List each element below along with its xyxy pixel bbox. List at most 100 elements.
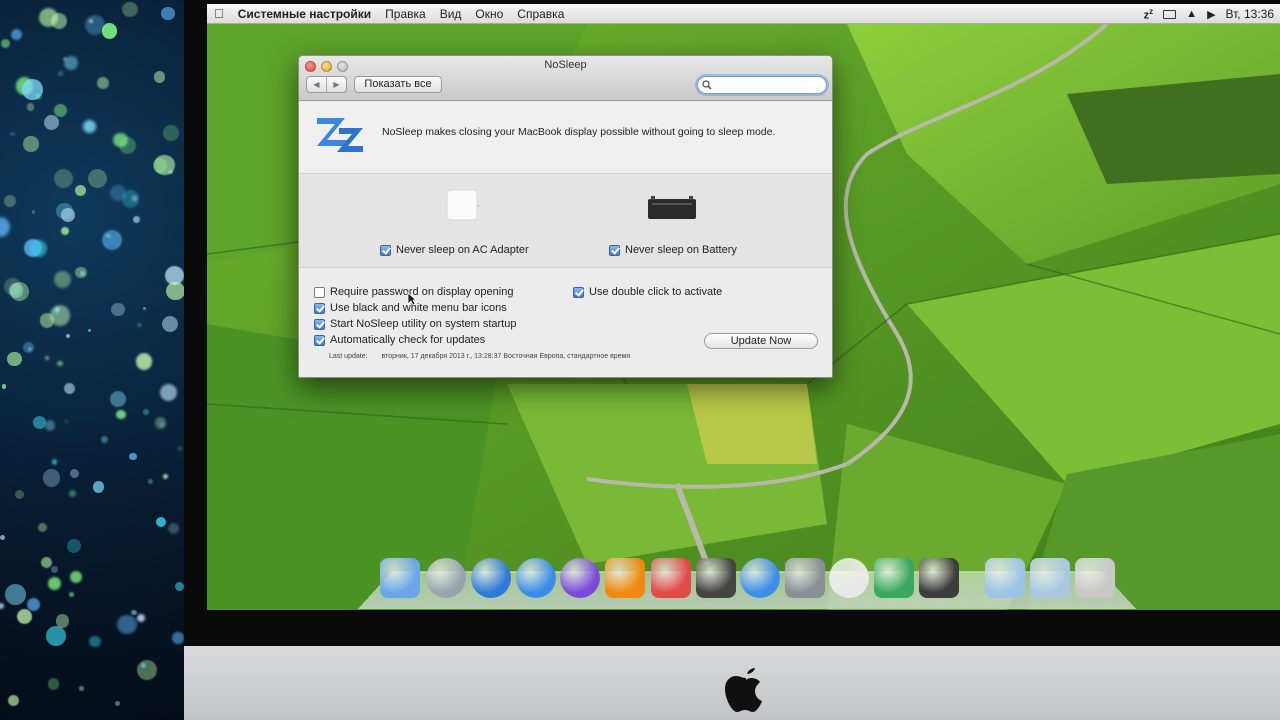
forward-arrow-icon[interactable]: ▶ [327, 77, 346, 92]
bokeh-dot [40, 556, 52, 569]
torrent-icon[interactable] [560, 558, 600, 598]
bokeh-dot [50, 565, 59, 573]
menu-view[interactable]: Вид [433, 4, 469, 24]
bokeh-dot [69, 592, 75, 598]
double-click-option[interactable]: Use double click to activate [573, 286, 722, 298]
applications-folder-icon[interactable] [985, 558, 1025, 598]
never-sleep-battery-option[interactable]: Never sleep on Battery [609, 244, 737, 256]
wifi-icon[interactable]: ▲ [1186, 8, 1197, 20]
itunes-icon[interactable] [471, 558, 511, 598]
nosleep-status-icon[interactable]: zz [1144, 7, 1154, 22]
menu-edit[interactable]: Правка [378, 4, 433, 24]
bokeh-dot [42, 469, 60, 487]
menu-window[interactable]: Окно [468, 4, 510, 24]
bokeh-dot [31, 210, 36, 214]
bokeh-dot [172, 632, 184, 644]
safari-icon[interactable] [740, 558, 780, 598]
bokeh-dot [136, 659, 158, 681]
bokeh-dot [137, 323, 141, 327]
pane-header: NoSleep makes closing your MacBook displ… [299, 102, 832, 174]
startup-option[interactable]: Start NoSleep utility on system startup [314, 318, 516, 330]
documents-folder-icon[interactable] [1030, 558, 1070, 598]
bokeh-dot [109, 391, 127, 408]
apple-menu-icon[interactable]:  [207, 4, 231, 24]
bokeh-dot [30, 240, 47, 257]
bokeh-dot [155, 517, 166, 528]
bokeh-dot [26, 103, 35, 111]
bokeh-dot [140, 663, 146, 669]
bokeh-dot [55, 614, 70, 628]
double-click-checkbox[interactable] [573, 286, 584, 298]
desktop-screen:  Системные настройки Правка Вид Окно Сп… [207, 4, 1280, 610]
bokeh-dot [131, 610, 137, 616]
bokeh-dot [114, 701, 120, 706]
photo-booth-icon[interactable] [651, 558, 691, 598]
bokeh-dot [0, 602, 4, 609]
bokeh-dot [101, 23, 118, 39]
bokeh-dot [137, 614, 145, 622]
bokeh-dot [161, 315, 179, 333]
update-now-button[interactable]: Update Now [704, 333, 818, 349]
menu-app-name[interactable]: Системные настройки [231, 4, 378, 24]
trash-icon[interactable] [1075, 558, 1115, 598]
last-update-label: Last update: [329, 353, 368, 360]
bokeh-dot [0, 217, 11, 238]
bw-icons-checkbox[interactable] [314, 302, 325, 314]
bokeh-dot [116, 409, 126, 420]
bokeh-dot [14, 490, 24, 500]
menu-help[interactable]: Справка [510, 4, 571, 24]
bokeh-dot [65, 334, 70, 339]
launchpad-icon[interactable] [426, 558, 466, 598]
auto-update-option[interactable]: Automatically check for updates [314, 334, 485, 346]
nosleep-logo-icon [317, 118, 363, 152]
bokeh-dot [57, 70, 63, 76]
bokeh-dot [38, 522, 48, 532]
display-mirror-icon[interactable] [1163, 9, 1177, 19]
utility-icon[interactable] [874, 558, 914, 598]
startup-checkbox[interactable] [314, 318, 325, 330]
back-arrow-icon[interactable]: ◀ [307, 77, 327, 92]
bokeh-dot [79, 685, 85, 691]
bokeh-dot [1, 384, 7, 389]
app-store-icon[interactable] [516, 558, 556, 598]
window-toolbar: NoSleep ◀ ▶ Показать все [299, 56, 832, 101]
bokeh-dot [54, 270, 72, 289]
bokeh-dot [8, 694, 20, 706]
bokeh-dot [56, 202, 73, 220]
bokeh-dot [75, 184, 87, 196]
bokeh-dot [54, 307, 60, 313]
chrome-icon[interactable] [829, 558, 869, 598]
auto-update-checkbox[interactable] [314, 334, 325, 346]
bokeh-dot [39, 313, 54, 328]
show-all-button[interactable]: Показать все [354, 76, 442, 93]
require-password-checkbox[interactable] [314, 286, 325, 298]
bokeh-dot [16, 608, 33, 625]
bokeh-dot [53, 169, 73, 188]
last-update-info: Last update: вторник, 17 декабря 2013 г.,… [329, 353, 644, 360]
never-sleep-ac-label: Never sleep on AC Adapter [396, 244, 529, 256]
never-sleep-ac-checkbox[interactable] [380, 244, 391, 256]
never-sleep-battery-checkbox[interactable] [609, 244, 620, 256]
vlc-icon[interactable] [605, 558, 645, 598]
never-sleep-ac-option[interactable]: Never sleep on AC Adapter [380, 244, 529, 256]
bokeh-dot [68, 490, 76, 498]
finder-icon[interactable] [380, 558, 420, 598]
app-description: NoSleep makes closing your MacBook displ… [382, 126, 776, 138]
bokeh-dot [75, 266, 87, 279]
menu-clock[interactable]: Вт, 13:36 [1226, 7, 1274, 21]
back-forward-control[interactable]: ◀ ▶ [306, 76, 347, 93]
system-preferences-icon[interactable] [785, 558, 825, 598]
final-cut-icon[interactable] [696, 558, 736, 598]
bokeh-dot [51, 459, 58, 465]
bokeh-dot [63, 383, 75, 395]
search-field[interactable] [697, 76, 827, 94]
bokeh-dot [166, 281, 184, 300]
bokeh-dot [132, 196, 137, 201]
volume-icon[interactable]: ▶ [1207, 8, 1215, 21]
bokeh-dot [48, 678, 60, 690]
bokeh-dot [22, 79, 43, 100]
bokeh-dot [113, 132, 128, 147]
bokeh-dot [154, 154, 175, 176]
photo-icon[interactable] [919, 558, 959, 598]
bokeh-dot [50, 12, 67, 29]
